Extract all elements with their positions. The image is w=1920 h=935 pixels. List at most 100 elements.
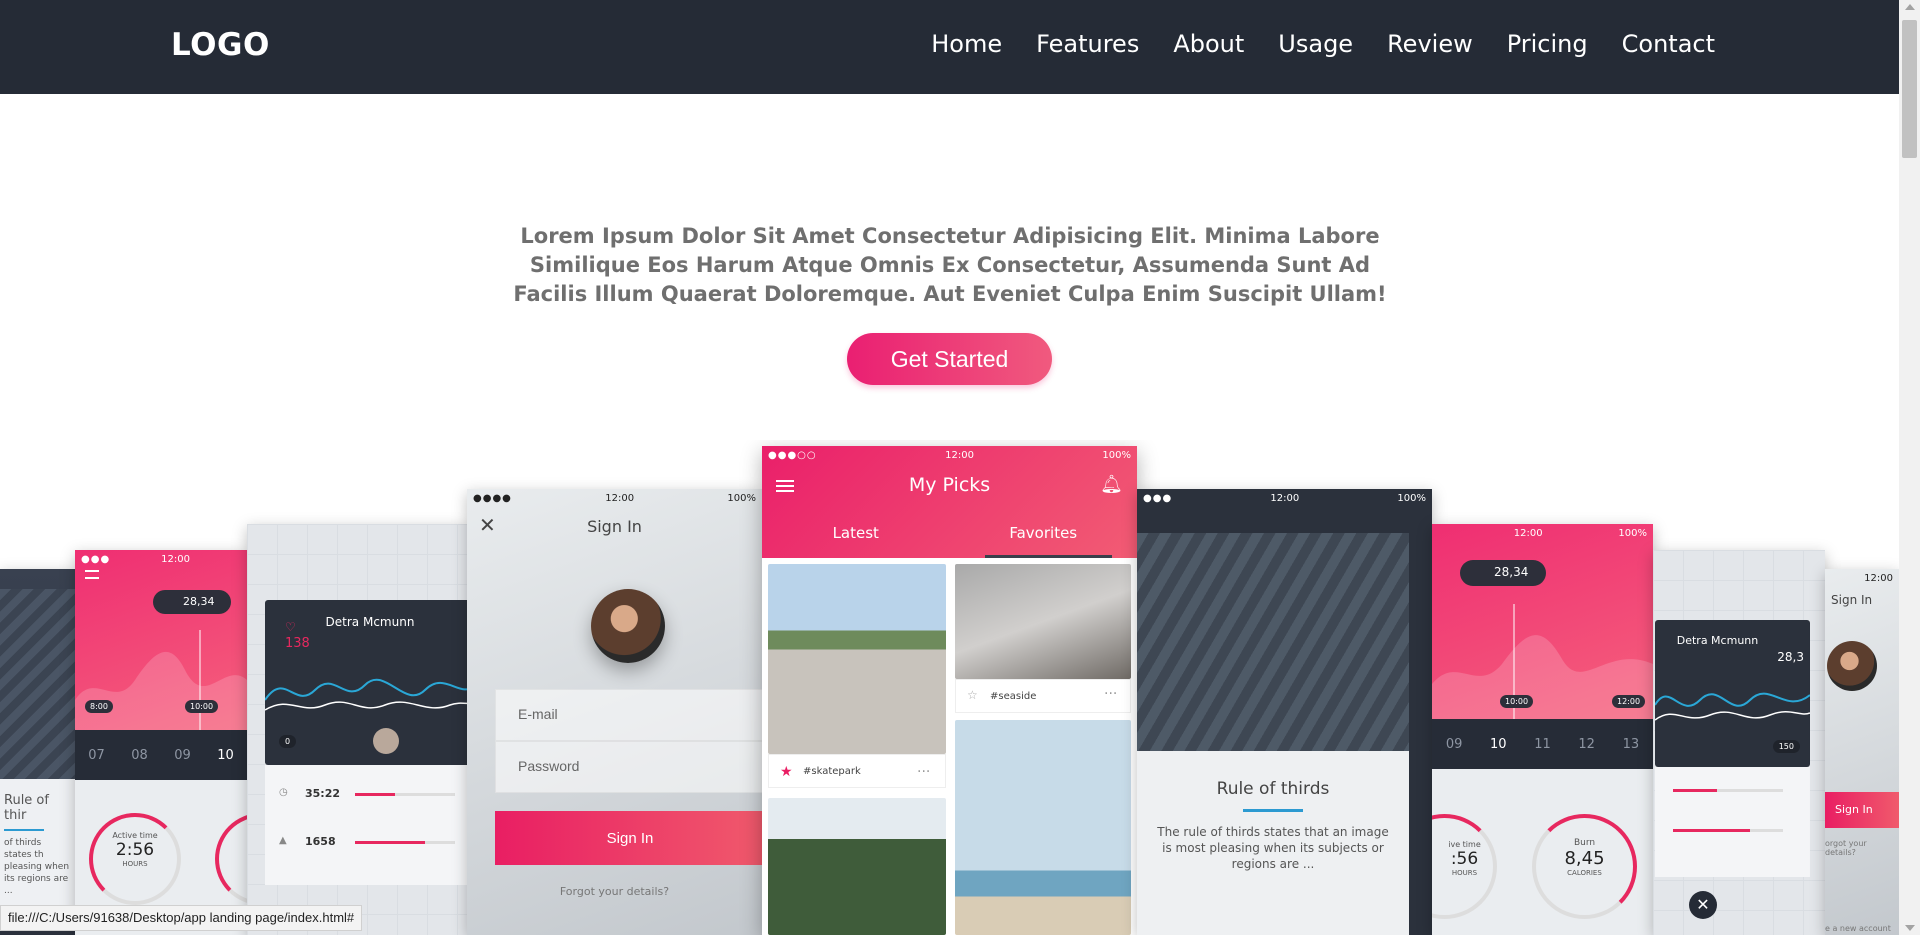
- status-bar: ●●●● 12:00 100%: [467, 489, 762, 507]
- day-item[interactable]: 13: [1623, 737, 1640, 752]
- clock-icon: ◷: [279, 787, 288, 798]
- close-icon[interactable]: ✕: [1689, 891, 1717, 919]
- progress-bar: [1673, 789, 1783, 792]
- active-time-label: Active time: [112, 831, 158, 840]
- scroll-down-arrow-icon[interactable]: [1905, 925, 1915, 931]
- status-time: 12:00: [605, 492, 635, 504]
- rule-title: Rule of thir: [4, 793, 49, 823]
- photo-skatepark[interactable]: [768, 564, 946, 754]
- screen-sign-in-far-right: 12:00 Sign In Sign In orgot your details…: [1825, 569, 1899, 935]
- sign-in-button[interactable]: Sign In: [495, 811, 762, 865]
- nav-link-usage[interactable]: Usage: [1278, 30, 1353, 58]
- menu-icon[interactable]: [85, 570, 99, 579]
- signin-title: Sign In: [587, 517, 642, 536]
- day-item-active[interactable]: 10: [1490, 737, 1507, 752]
- star-outline-icon[interactable]: ☆: [967, 688, 978, 702]
- screen-sign-in: ●●●● 12:00 100% ✕ Sign In E-mail Passwor…: [467, 489, 762, 935]
- forgot-details-link[interactable]: Forgot your details?: [467, 885, 762, 898]
- hours-label: HOURS: [1451, 869, 1478, 877]
- scrollbar[interactable]: [1899, 0, 1920, 935]
- badge: 28,34: [1460, 560, 1546, 586]
- heart-value: 138: [285, 636, 310, 651]
- time-start: 10:00: [1500, 695, 1534, 708]
- scroll-up-arrow-icon[interactable]: [1905, 4, 1915, 10]
- badge-value: 28,34: [1494, 565, 1529, 579]
- get-started-button[interactable]: Get Started: [847, 333, 1052, 385]
- rule-photo: [1137, 533, 1409, 783]
- tab-latest[interactable]: Latest: [762, 518, 950, 558]
- profile-name: Detra Mcmunn: [1676, 634, 1759, 647]
- star-icon[interactable]: ★: [780, 764, 793, 780]
- status-bar: 12:00 100%: [1432, 524, 1653, 542]
- screen-photo: [0, 589, 75, 779]
- chart-header: ●●● 12:00 28,34 8:00 10:00: [75, 550, 247, 730]
- rule-divider: [4, 829, 44, 831]
- profile-card: Detra Mcmunn 28,3 150: [1655, 620, 1810, 767]
- nav-link-review[interactable]: Review: [1387, 30, 1473, 58]
- photo-skater-jump[interactable]: [955, 720, 1131, 935]
- photo-palms[interactable]: [768, 798, 946, 935]
- status-time: 12:00: [1513, 527, 1543, 539]
- heart-rate-chart: [265, 678, 467, 711]
- day-item[interactable]: 08: [131, 748, 148, 763]
- burn-value: 8,45: [1564, 848, 1605, 869]
- bell-icon[interactable]: 🔔︎: [1100, 474, 1123, 495]
- day-item[interactable]: 07: [88, 748, 105, 763]
- signin-title: Sign In: [1831, 593, 1873, 607]
- tag-label[interactable]: #seaside: [990, 691, 1036, 702]
- rule-description: The rule of thirds states that an image …: [1157, 825, 1389, 871]
- active-time-ring: Active time 2:56 HOURS: [89, 813, 181, 905]
- screen-activity-left: ●●● 12:00 28,34 8:00 10:00 07 08 09 10 A…: [75, 550, 247, 935]
- link-status-tooltip: file:///C:/Users/91638/Desktop/app landi…: [0, 905, 363, 931]
- day-item-active[interactable]: 10: [217, 748, 234, 763]
- status-bar: ●●● 12:00: [75, 550, 247, 568]
- more-icon[interactable]: ···: [1104, 686, 1117, 702]
- email-field[interactable]: E-mail: [495, 689, 762, 741]
- nav-link-features[interactable]: Features: [1036, 30, 1139, 58]
- day-selector[interactable]: 07 08 09 10: [75, 730, 247, 780]
- day-item[interactable]: 12: [1578, 737, 1595, 752]
- day-item[interactable]: 09: [1446, 737, 1463, 752]
- distance-icon: ▲: [279, 835, 287, 846]
- nav-links: Home Features About Usage Review Pricing…: [931, 30, 1715, 58]
- time-end: 10:00: [185, 700, 219, 713]
- burn-label: Burn: [1573, 838, 1596, 848]
- active-time-value: 2:56: [115, 840, 155, 860]
- photo-seaside[interactable]: [955, 564, 1131, 679]
- badge-value: 28,34: [183, 595, 215, 608]
- status-time: 12:00: [945, 449, 974, 461]
- heart-rate-chart: [1655, 692, 1810, 721]
- badge: 28,34: [153, 590, 231, 614]
- active-time-ring: ive time :56 HOURS: [1432, 814, 1497, 919]
- scroll-thumb[interactable]: [1902, 20, 1917, 158]
- password-field[interactable]: Password: [495, 741, 762, 793]
- day-item[interactable]: 11: [1534, 737, 1551, 752]
- hero-text: Lorem Ipsum Dolor Sit Amet Consectetur A…: [513, 224, 1387, 306]
- new-account-link[interactable]: e a new account: [1825, 924, 1891, 933]
- time-start: 8:00: [85, 700, 113, 713]
- stats-card: [1655, 767, 1810, 877]
- more-icon[interactable]: ···: [917, 764, 930, 780]
- status-time: 12:00: [1864, 572, 1893, 584]
- tab-favorites[interactable]: Favorites: [950, 518, 1138, 558]
- picks-header: ●●●○○ 12:00 100% My Picks 🔔︎ Latest Favo…: [762, 446, 1137, 558]
- ring-partial: [215, 813, 247, 905]
- stat-distance: 1658: [305, 835, 336, 848]
- burn-ring: Burn 8,45 CALORIES: [1532, 814, 1637, 919]
- nav-link-home[interactable]: Home: [931, 30, 1002, 58]
- forgot-details-link[interactable]: orgot your details?: [1825, 839, 1899, 857]
- hours-label: HOURS: [122, 860, 148, 868]
- nav-link-pricing[interactable]: Pricing: [1507, 30, 1588, 58]
- day-item[interactable]: 09: [174, 748, 191, 763]
- stat-time: 35:22: [305, 787, 341, 800]
- tag-label[interactable]: #skatepark: [803, 766, 861, 777]
- day-selector[interactable]: 09 10 11 12 13: [1432, 719, 1653, 769]
- rule-title: Rule of thirds: [1216, 779, 1330, 799]
- logo[interactable]: LOGO: [171, 27, 270, 63]
- nav-link-about[interactable]: About: [1173, 30, 1244, 58]
- progress-bar: [355, 793, 455, 796]
- rule-text: of thirds states th pleasing when its re…: [4, 838, 70, 896]
- nav-link-contact[interactable]: Contact: [1622, 30, 1715, 58]
- sign-in-button[interactable]: Sign In: [1825, 792, 1899, 828]
- status-bar: ●●●○○ 12:00 100%: [762, 446, 1137, 464]
